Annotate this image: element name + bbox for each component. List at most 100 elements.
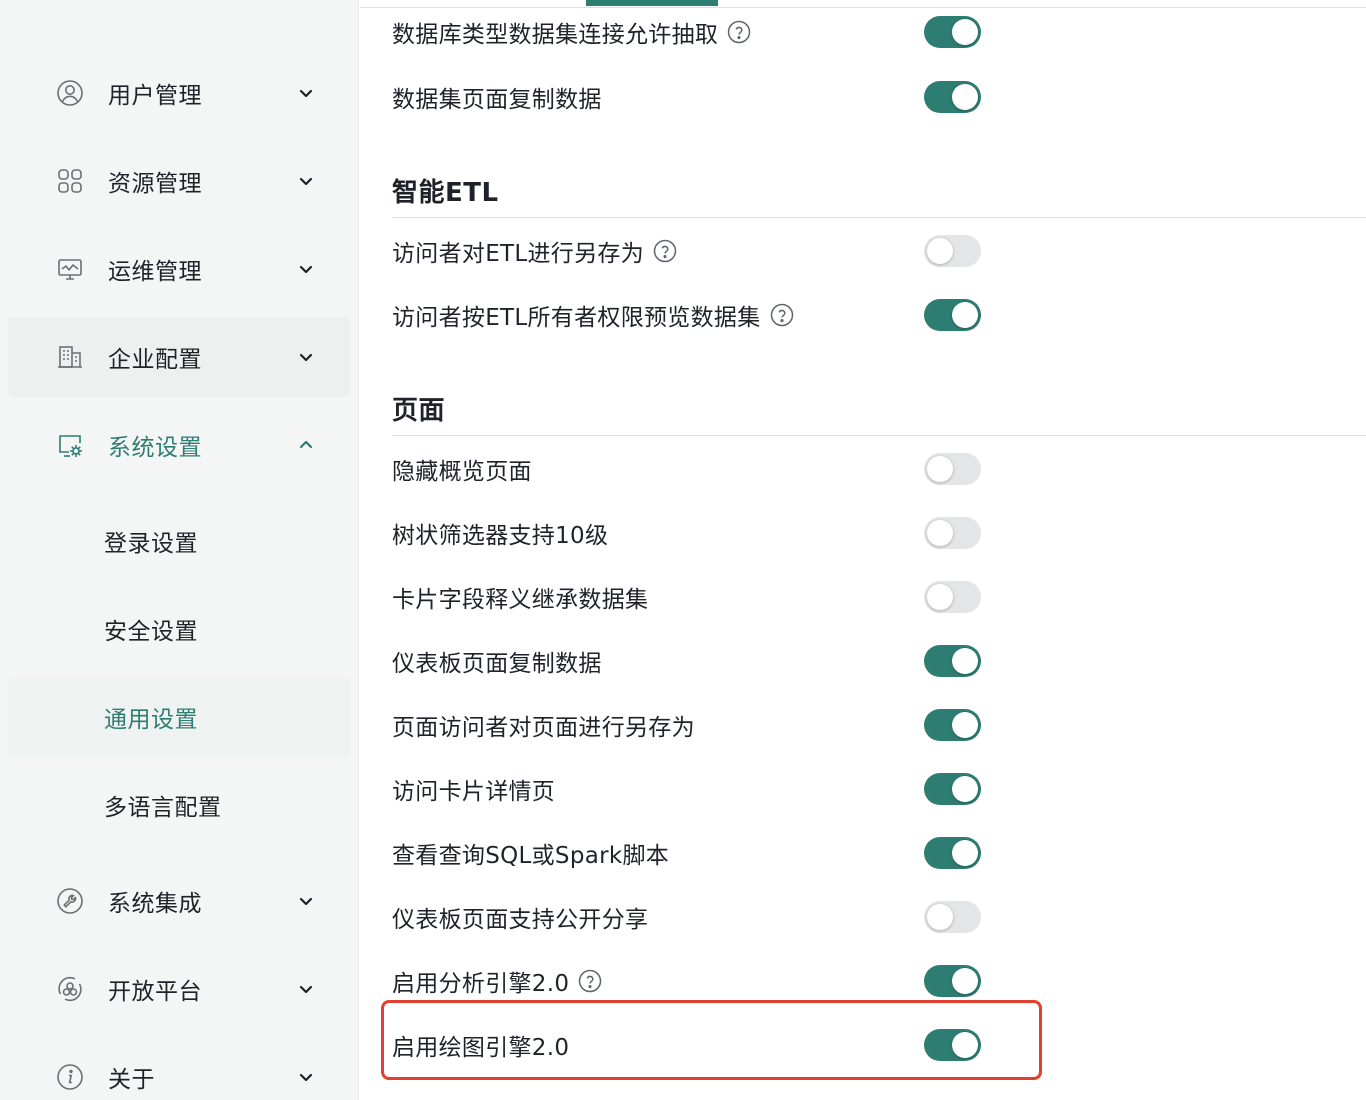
setting-label-text: 数据库类型数据集连接允许抽取 [392,22,719,48]
setting-label: 仪表板页面支持公开分享 [392,907,649,933]
setting-label-text: 访问者按ETL所有者权限预览数据集 [392,305,761,331]
sidebar-item-label: 系统设置 [108,435,202,461]
setting-toggle[interactable] [924,235,981,267]
info-icon [56,1063,84,1091]
setting-row: 数据集页面复制数据 [392,65,992,129]
section-title-pages: 页面 [392,396,446,426]
sidebar-item-resource-management[interactable]: 资源管理 [8,141,350,221]
chevron-up-icon [296,435,316,455]
setting-toggle[interactable] [924,901,981,933]
setting-label-text: 访问者对ETL进行另存为 [392,241,644,267]
setting-toggle[interactable] [924,645,981,677]
setting-label: 访问卡片详情页 [392,779,556,805]
toggle-knob [952,19,978,45]
setting-toggle[interactable] [924,773,981,805]
wrench-circle-icon [56,887,84,915]
chevron-down-icon [296,259,316,279]
sidebar-item-ops-management[interactable]: 运维管理 [8,229,350,309]
sidebar-item-system-settings[interactable]: 系统设置 [8,405,350,485]
setting-toggle[interactable] [924,837,981,869]
sidebar-subitem-label: 多语言配置 [104,795,222,821]
sidebar-subitem-security-settings[interactable]: 安全设置 [8,589,350,669]
toggle-knob [927,520,953,546]
help-icon[interactable] [727,20,751,44]
chevron-down-icon [296,83,316,103]
setting-label-text: 启用分析引擎2.0 [392,971,570,997]
setting-label: 卡片字段释义继承数据集 [392,587,649,613]
setting-row: 树状筛选器支持10级 [392,501,992,565]
setting-label: 数据库类型数据集连接允许抽取 [392,15,751,49]
toggle-knob [927,584,953,610]
setting-label: 访问者对ETL进行另存为 [392,234,677,268]
help-icon[interactable] [653,239,677,263]
sidebar-subitem-language-config[interactable]: 多语言配置 [8,765,350,845]
setting-label: 隐藏概览页面 [392,459,532,485]
sidebar-subitem-label: 安全设置 [104,619,198,645]
help-icon[interactable] [578,969,602,993]
toggle-knob [952,648,978,674]
toggle-knob [952,84,978,110]
setting-row: 访问卡片详情页 [392,757,992,821]
setting-row: 访问者对ETL进行另存为 [392,219,992,283]
setting-label: 查看查询SQL或Spark脚本 [392,843,670,869]
setting-toggle[interactable] [924,517,981,549]
toggle-knob [927,456,953,482]
user-circle-icon [56,79,84,107]
sidebar-item-open-platform[interactable]: 开放平台 [8,949,350,1029]
highlight-annotation-box [381,1000,1042,1080]
setting-row: 隐藏概览页面 [392,437,992,501]
toggle-knob [952,840,978,866]
settings-panel: 数据库类型数据集连接允许抽取 数据集页面复制数据 智能ETL 访问者对ETL进行… [360,0,1366,1100]
chevron-down-icon [296,891,316,911]
sidebar-subitem-label: 通用设置 [104,707,198,733]
toggle-knob [952,302,978,328]
setting-row: 仪表板页面复制数据 [392,629,992,693]
setting-row: 数据库类型数据集连接允许抽取 [392,0,992,64]
sidebar-item-system-integration[interactable]: 系统集成 [8,861,350,941]
help-icon[interactable] [770,303,794,327]
setting-label: 树状筛选器支持10级 [392,523,609,549]
grid-icon [56,167,84,195]
platform-icon [56,975,84,1003]
sidebar-subitem-general-settings[interactable]: 通用设置 [8,677,350,757]
sidebar-item-about[interactable]: 关于 [8,1037,350,1100]
setting-row: 仪表板页面支持公开分享 [392,885,992,949]
setting-toggle[interactable] [924,16,981,48]
setting-label: 访问者按ETL所有者权限预览数据集 [392,298,794,332]
setting-toggle[interactable] [924,581,981,613]
setting-row: 卡片字段释义继承数据集 [392,565,992,629]
section-divider [392,435,1366,436]
toggle-knob [952,776,978,802]
chevron-down-icon [296,347,316,367]
setting-toggle[interactable] [924,299,981,331]
section-title-etl: 智能ETL [392,178,499,208]
setting-label: 数据集页面复制数据 [392,87,602,113]
setting-toggle[interactable] [924,453,981,485]
sidebar-item-label: 资源管理 [108,171,202,197]
sidebar-subitem-label: 登录设置 [104,531,198,557]
setting-row: 访问者按ETL所有者权限预览数据集 [392,283,992,347]
setting-label: 启用分析引擎2.0 [392,964,602,998]
sidebar-item-label: 企业配置 [108,347,202,373]
chevron-down-icon [296,979,316,999]
sidebar-item-label: 用户管理 [108,83,202,109]
sidebar-item-user-management[interactable]: 用户管理 [8,53,350,133]
toggle-knob [927,238,953,264]
sidebar-item-label: 系统集成 [108,891,202,917]
sidebar-item-label: 运维管理 [108,259,202,285]
toggle-knob [927,904,953,930]
sidebar-item-label: 关于 [108,1067,155,1093]
chevron-down-icon [296,171,316,191]
settings-monitor-icon [56,431,84,459]
setting-toggle[interactable] [924,81,981,113]
setting-row: 页面访问者对页面进行另存为 [392,693,992,757]
setting-label: 页面访问者对页面进行另存为 [392,715,695,741]
toggle-knob [952,712,978,738]
toggle-knob [952,968,978,994]
setting-toggle[interactable] [924,965,981,997]
monitor-icon [56,255,84,283]
sidebar-subitem-login-settings[interactable]: 登录设置 [8,501,350,581]
sidebar-item-enterprise-config[interactable]: 企业配置 [8,317,350,397]
chevron-down-icon [296,1067,316,1087]
setting-toggle[interactable] [924,709,981,741]
